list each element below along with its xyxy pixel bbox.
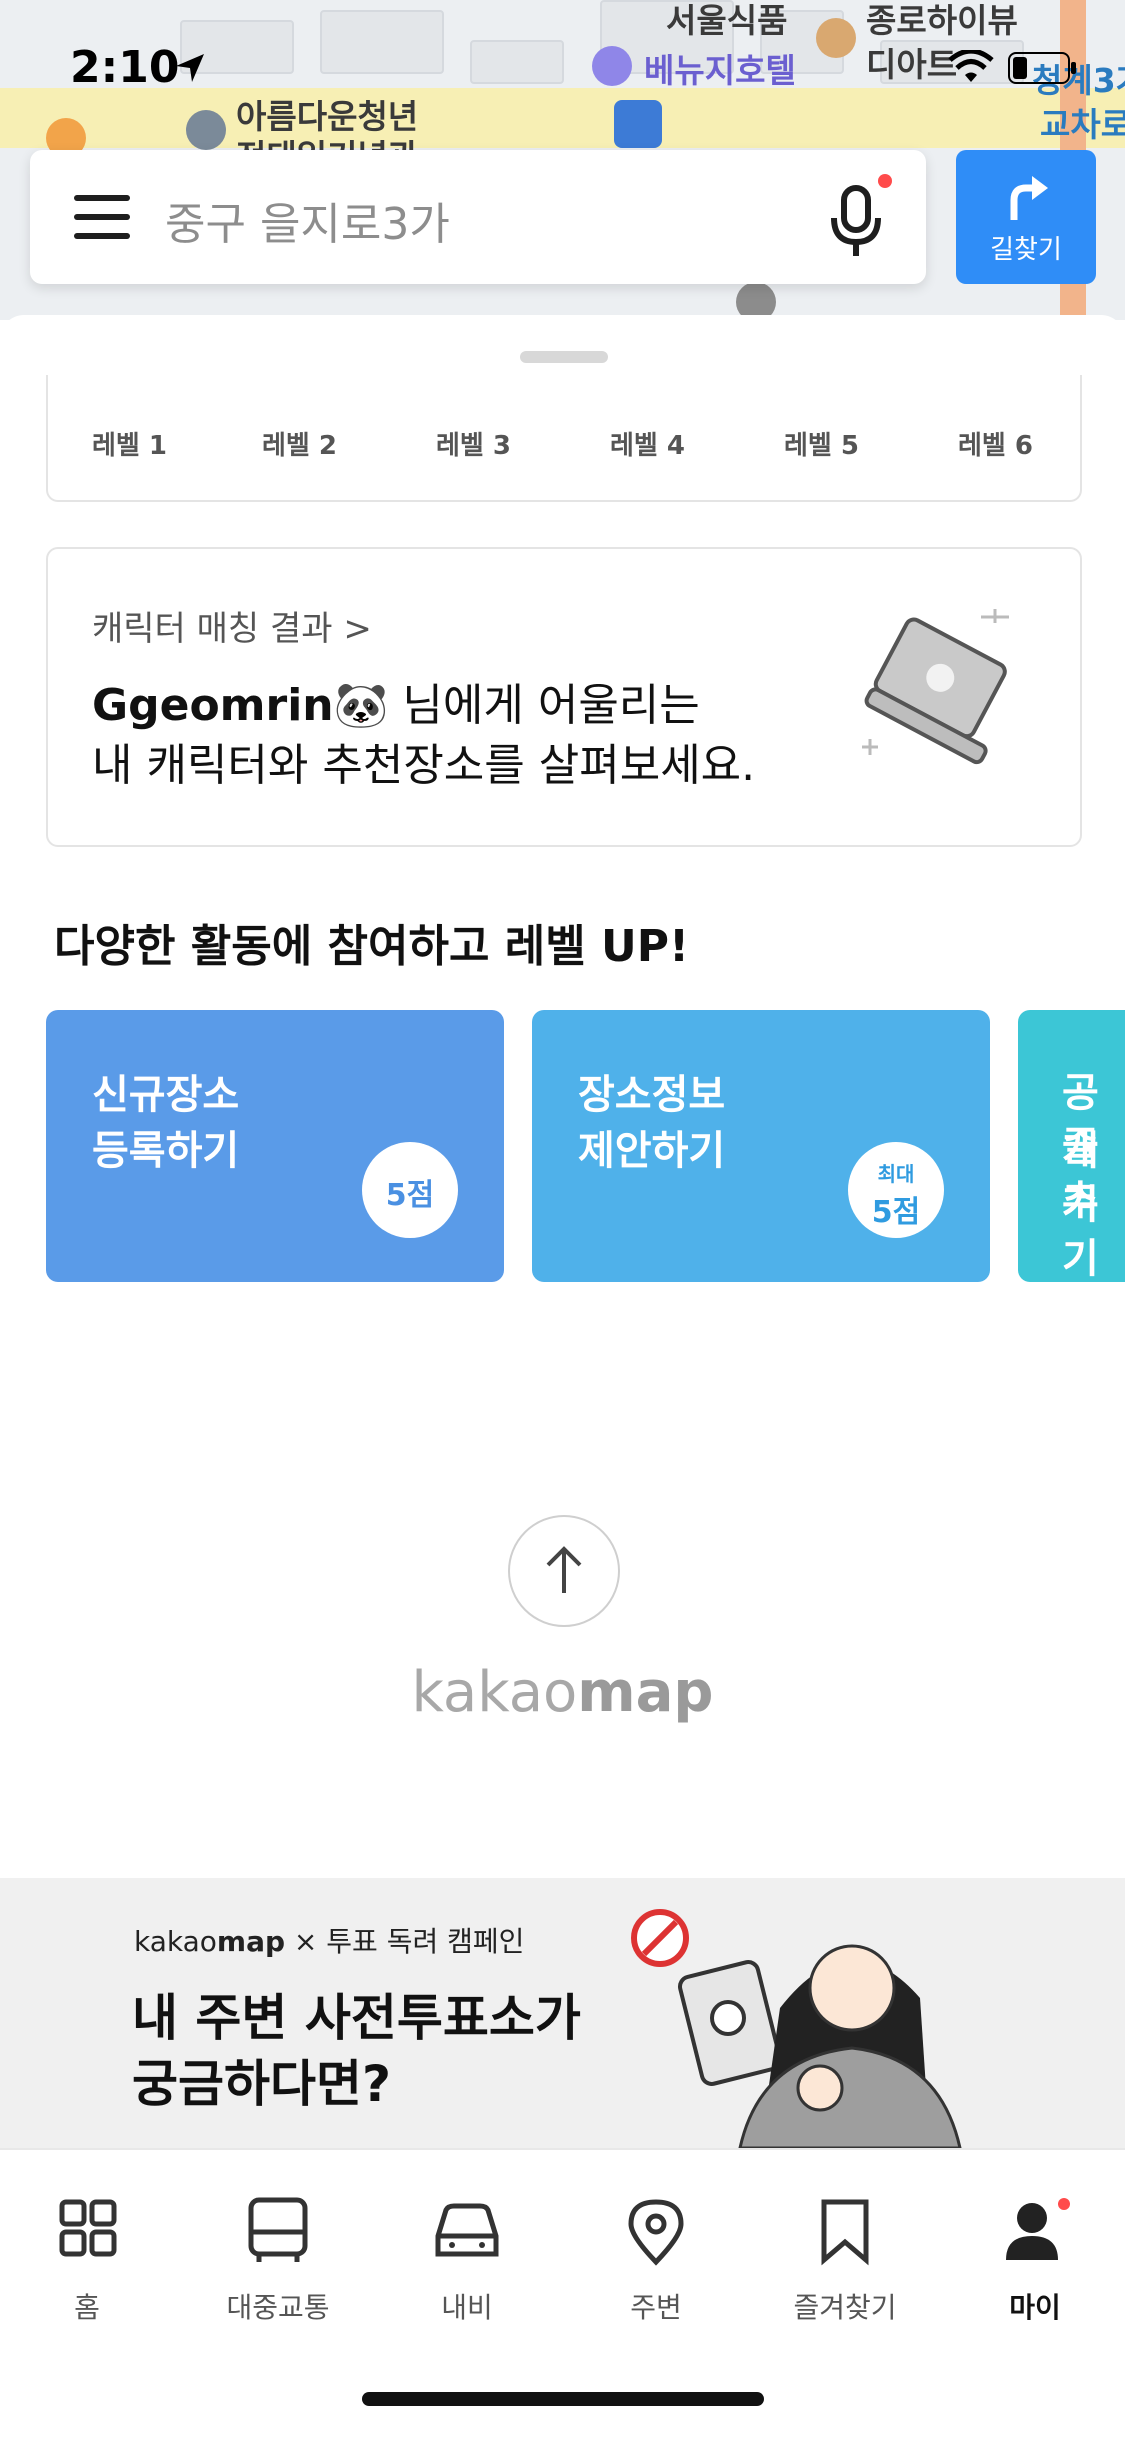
notification-dot	[878, 174, 892, 188]
location-arrow-icon	[176, 54, 204, 82]
home-indicator[interactable]	[362, 2392, 764, 2406]
nav-favorites[interactable]: 즐겨찾기	[770, 2196, 920, 2326]
level-label: 레벨 2	[262, 431, 337, 461]
character-match-card[interactable]: 캐릭터 매칭 결과 > Ggeomrin🐼 님에게 어울리는 내 캐릭터와 추천…	[46, 547, 1082, 847]
activity-line: 추기	[1062, 1178, 1099, 1282]
search-bar[interactable]: 중구 을지로3가	[30, 150, 926, 284]
person-icon	[1006, 2198, 1070, 2260]
banner-brand-light: kakao	[134, 1925, 217, 1958]
battery-icon	[1008, 52, 1076, 84]
nav-label: 대중교통	[226, 2291, 330, 2324]
arrow-up-icon	[546, 1546, 582, 1593]
nav-label: 홈	[74, 2291, 100, 2324]
points-value: 5점	[871, 1195, 921, 1230]
banner-brand: kakaomap × 투표 독려 캠페인	[134, 1920, 524, 1960]
directions-label: 길찾기	[990, 235, 1062, 265]
bus-icon	[248, 2197, 308, 2262]
nav-label: 내비	[441, 2291, 493, 2324]
wifi-icon	[948, 50, 994, 82]
voter-illustration	[631, 1909, 962, 2148]
nav-home[interactable]: 홈	[12, 2196, 162, 2326]
activity-line: 등록하기	[92, 1128, 240, 1174]
points-prefix: 최대	[877, 1162, 915, 1186]
banner-brand-bold: map	[216, 1925, 286, 1958]
museum-icon[interactable]	[186, 110, 226, 150]
match-description: 내 캐릭터와 추천장소를 살펴보세요.	[92, 740, 756, 791]
activity-card-new-place[interactable]: 신규장소 등록하기 5점	[46, 1010, 504, 1282]
points-value: 5점	[385, 1178, 435, 1213]
level-label: 레벨 5	[784, 431, 859, 461]
bookmark-icon	[821, 2199, 869, 2266]
scroll-to-top-button[interactable]	[508, 1515, 620, 1627]
banner-headline: 궁금하다면?	[132, 2055, 392, 2113]
activity-line: 신규장소	[92, 1072, 240, 1118]
turn-arrow-icon	[1010, 176, 1048, 220]
user-name: Ggeomrin🐼	[92, 680, 389, 731]
nav-my[interactable]: 마이	[960, 2196, 1110, 2326]
match-result-link[interactable]: 캐릭터 매칭 결과 >	[92, 601, 372, 650]
location-pin-icon	[628, 2199, 684, 2266]
activity-line: 장소정보	[578, 1072, 726, 1118]
grid-icon	[59, 2199, 117, 2257]
bus-stop-icon[interactable]	[614, 100, 662, 148]
directions-button[interactable]: 길찾기	[956, 150, 1096, 284]
laptop-illustration	[862, 609, 1009, 765]
activities-title: 다양한 활동에 참여하고 레벨 UP!	[54, 921, 690, 972]
microphone-icon[interactable]	[826, 180, 886, 260]
activity-card-public-favorites[interactable]: 공개 즐겨 추기	[1018, 1010, 1125, 1282]
points-badge: 5점	[362, 1142, 458, 1238]
activity-line: 제안하기	[578, 1128, 726, 1174]
map-label: 종로하이뷰	[866, 1, 1018, 40]
match-headline: Ggeomrin🐼 님에게 어울리는	[92, 669, 700, 733]
level-label: 레벨 6	[958, 431, 1033, 461]
banner-campaign: × 투표 독려 캠페인	[285, 1925, 525, 1958]
nav-nearby[interactable]: 주변	[581, 2196, 731, 2326]
banner-headline: 내 주변 사전투표소가	[132, 1989, 581, 2047]
points-badge: 최대 5점	[848, 1142, 944, 1238]
nav-navi[interactable]: 내비	[392, 2196, 542, 2326]
activity-card-suggest-info[interactable]: 장소정보 제안하기 최대 5점	[532, 1010, 990, 1282]
brand-bold: map	[577, 1660, 714, 1725]
sheet-grabber[interactable]	[520, 351, 608, 363]
brand-light: kakao	[411, 1660, 578, 1725]
level-label: 레벨 1	[92, 431, 167, 461]
level-label: 레벨 3	[436, 431, 511, 461]
status-bar: 2:10	[0, 40, 1125, 100]
campaign-banner[interactable]: kakaomap × 투표 독려 캠페인 내 주변 사전투표소가 궁금하다면?	[0, 1878, 1125, 2148]
match-headline-suffix: 님에게 어울리는	[388, 680, 700, 731]
kakaomap-logo: kakaomap	[0, 1660, 1125, 1725]
status-time: 2:10	[70, 42, 180, 93]
nav-transit[interactable]: 대중교통	[203, 2196, 353, 2326]
map-label: 서울식품	[666, 1, 788, 40]
nav-label: 마이	[1009, 2291, 1061, 2324]
search-input[interactable]: 중구 을지로3가	[165, 188, 450, 252]
level-card: 레벨 1 레벨 2 레벨 3 레벨 4 레벨 5 레벨 6	[46, 375, 1082, 502]
nav-label: 주변	[630, 2291, 682, 2324]
car-icon	[435, 2203, 499, 2257]
level-label: 레벨 4	[610, 431, 685, 461]
menu-icon[interactable]	[74, 195, 130, 239]
map-label: 교차로	[1040, 105, 1125, 144]
nav-label: 즐겨찾기	[793, 2291, 897, 2324]
